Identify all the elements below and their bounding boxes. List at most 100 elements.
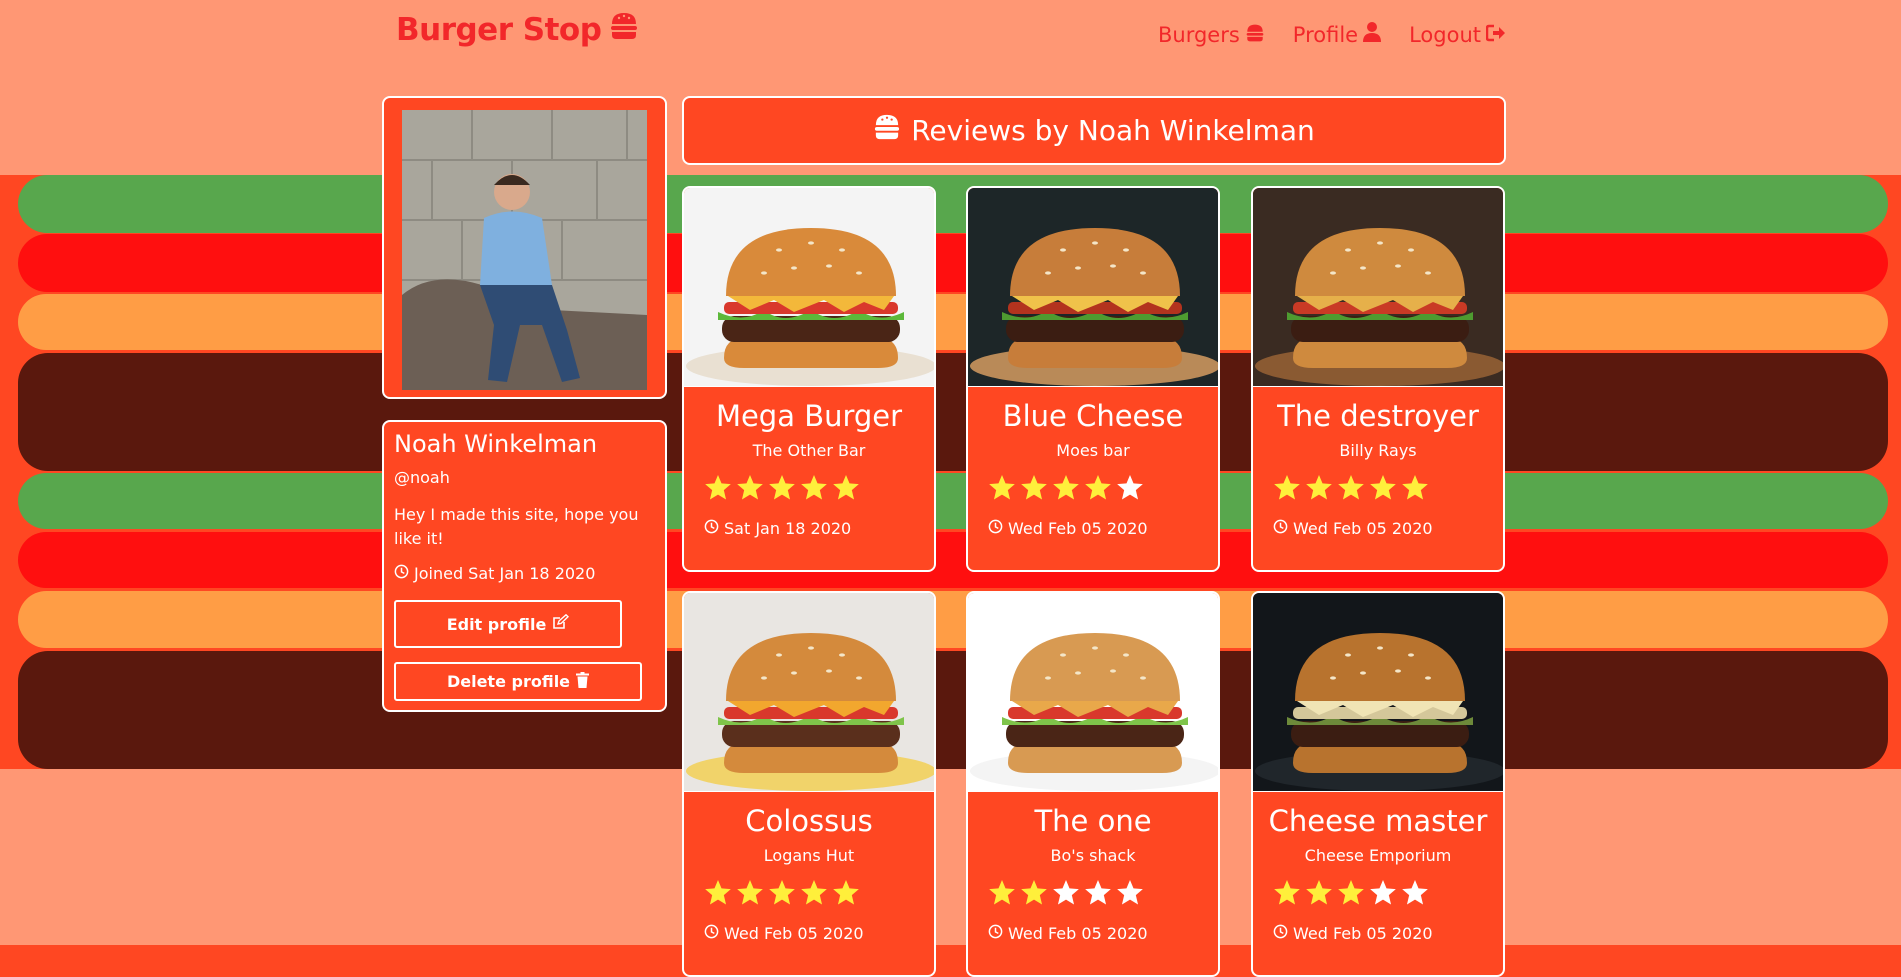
nav-burgers[interactable]: Burgers	[1158, 22, 1265, 47]
star-filled-icon	[768, 879, 796, 910]
review-rating	[988, 474, 1218, 505]
review-date-text: Wed Feb 05 2020	[1293, 924, 1433, 943]
review-title: The destroyer	[1277, 399, 1479, 433]
star-filled-icon	[988, 879, 1016, 910]
star-filled-icon	[1273, 879, 1301, 910]
nav-logout[interactable]: Logout	[1409, 22, 1506, 47]
review-title: Colossus	[745, 804, 873, 838]
review-title: The one	[1034, 804, 1152, 838]
burger-photo	[1253, 188, 1503, 387]
star-filled-icon	[1305, 474, 1333, 505]
review-restaurant: Cheese Emporium	[1304, 846, 1452, 865]
clock-icon	[394, 564, 409, 583]
profile-joined: Joined Sat Jan 18 2020	[394, 564, 655, 583]
user-icon	[1363, 22, 1382, 47]
trash-icon	[576, 671, 590, 692]
patty-stripe-2	[18, 651, 1888, 769]
edit-profile-label: Edit profile	[446, 614, 547, 634]
profile-photo	[402, 110, 647, 390]
star-filled-icon	[1052, 474, 1080, 505]
review-card[interactable]: Blue Cheese Moes bar Wed Feb 05 2020	[966, 186, 1220, 572]
star-filled-icon	[1369, 474, 1397, 505]
top-nav: Burgers Profile Logout	[1158, 22, 1506, 47]
review-card[interactable]: Cheese master Cheese Emporium Wed Feb 05…	[1251, 591, 1505, 977]
review-restaurant: Billy Rays	[1339, 441, 1417, 460]
tomato-stripe-2	[18, 532, 1888, 588]
profile-joined-text: Joined Sat Jan 18 2020	[414, 564, 596, 583]
nav-profile-label: Profile	[1292, 22, 1359, 47]
review-rating	[704, 474, 934, 505]
star-empty-icon	[1052, 879, 1080, 910]
star-filled-icon	[1337, 879, 1365, 910]
star-filled-icon	[800, 474, 828, 505]
star-filled-icon	[704, 879, 732, 910]
review-restaurant: Moes bar	[1056, 441, 1130, 460]
star-filled-icon	[1305, 879, 1333, 910]
star-empty-icon	[1084, 879, 1112, 910]
nav-burgers-label: Burgers	[1157, 22, 1240, 47]
burger-photo	[968, 593, 1218, 792]
star-filled-icon	[988, 474, 1016, 505]
review-date: Wed Feb 05 2020	[704, 924, 934, 943]
burger-icon	[873, 114, 901, 147]
bun-bottom	[0, 769, 1901, 945]
star-filled-icon	[768, 474, 796, 505]
clock-icon	[704, 924, 719, 943]
review-date-text: Wed Feb 05 2020	[1293, 519, 1433, 538]
cheese-stripe-2	[18, 591, 1888, 648]
reviews-header-title: Reviews by Noah Winkelman	[911, 114, 1315, 147]
clock-icon	[988, 519, 1003, 538]
review-date: Wed Feb 05 2020	[988, 924, 1218, 943]
tomato-stripe	[18, 234, 1888, 292]
review-restaurant: Logans Hut	[763, 846, 855, 865]
delete-profile-label: Delete profile	[446, 672, 571, 691]
profile-name: Noah Winkelman	[394, 430, 598, 458]
nav-profile[interactable]: Profile	[1292, 22, 1382, 47]
review-card[interactable]: The one Bo's shack Wed Feb 05 2020	[966, 591, 1220, 977]
review-card[interactable]: The destroyer Billy Rays Wed Feb 05 2020	[1251, 186, 1505, 572]
star-filled-icon	[736, 879, 764, 910]
star-filled-icon	[1337, 474, 1365, 505]
burger-icon	[609, 12, 639, 48]
review-rating	[988, 879, 1218, 910]
star-filled-icon	[832, 879, 860, 910]
star-empty-icon	[1401, 879, 1429, 910]
review-title: Mega Burger	[715, 399, 903, 433]
review-title: Cheese master	[1268, 804, 1488, 838]
profile-info-card: Noah Winkelman @noah Hey I made this sit…	[382, 420, 667, 712]
brand-logo[interactable]: Burger Stop	[396, 12, 639, 48]
star-filled-icon	[1273, 474, 1301, 505]
edit-profile-button[interactable]: Edit profile	[394, 600, 622, 648]
brand-title: Burger Stop	[396, 12, 602, 48]
review-card[interactable]: Colossus Logans Hut Wed Feb 05 2020	[682, 591, 936, 977]
burger-photo	[968, 188, 1218, 387]
review-date-text: Wed Feb 05 2020	[1008, 924, 1148, 943]
star-empty-icon	[1116, 879, 1144, 910]
review-title: Blue Cheese	[1002, 399, 1184, 433]
review-date-text: Wed Feb 05 2020	[724, 924, 864, 943]
burger-photo	[684, 188, 934, 387]
cheese-stripe	[18, 294, 1888, 350]
burger-icon	[1245, 23, 1265, 47]
review-rating	[1273, 474, 1503, 505]
sign-out-icon	[1485, 23, 1506, 47]
profile-handle: @noah	[394, 468, 450, 487]
star-empty-icon	[1369, 879, 1397, 910]
star-filled-icon	[800, 879, 828, 910]
delete-profile-button[interactable]: Delete profile	[394, 662, 642, 701]
review-rating	[1273, 879, 1503, 910]
star-filled-icon	[736, 474, 764, 505]
review-card[interactable]: Mega Burger The Other Bar Sat Jan 18 202…	[682, 186, 936, 572]
patty-stripe	[18, 353, 1888, 471]
review-date-text: Wed Feb 05 2020	[1008, 519, 1148, 538]
nav-logout-label: Logout	[1409, 22, 1481, 47]
reviews-header: Reviews by Noah Winkelman	[682, 96, 1506, 165]
review-restaurant: Bo's shack	[1050, 846, 1136, 865]
clock-icon	[1273, 519, 1288, 538]
profile-bio: Hey I made this site, hope you like it!	[394, 505, 639, 548]
star-filled-icon	[704, 474, 732, 505]
review-date: Wed Feb 05 2020	[988, 519, 1218, 538]
profile-photo-card	[382, 96, 667, 399]
star-filled-icon	[1401, 474, 1429, 505]
burger-photo	[1253, 593, 1503, 792]
